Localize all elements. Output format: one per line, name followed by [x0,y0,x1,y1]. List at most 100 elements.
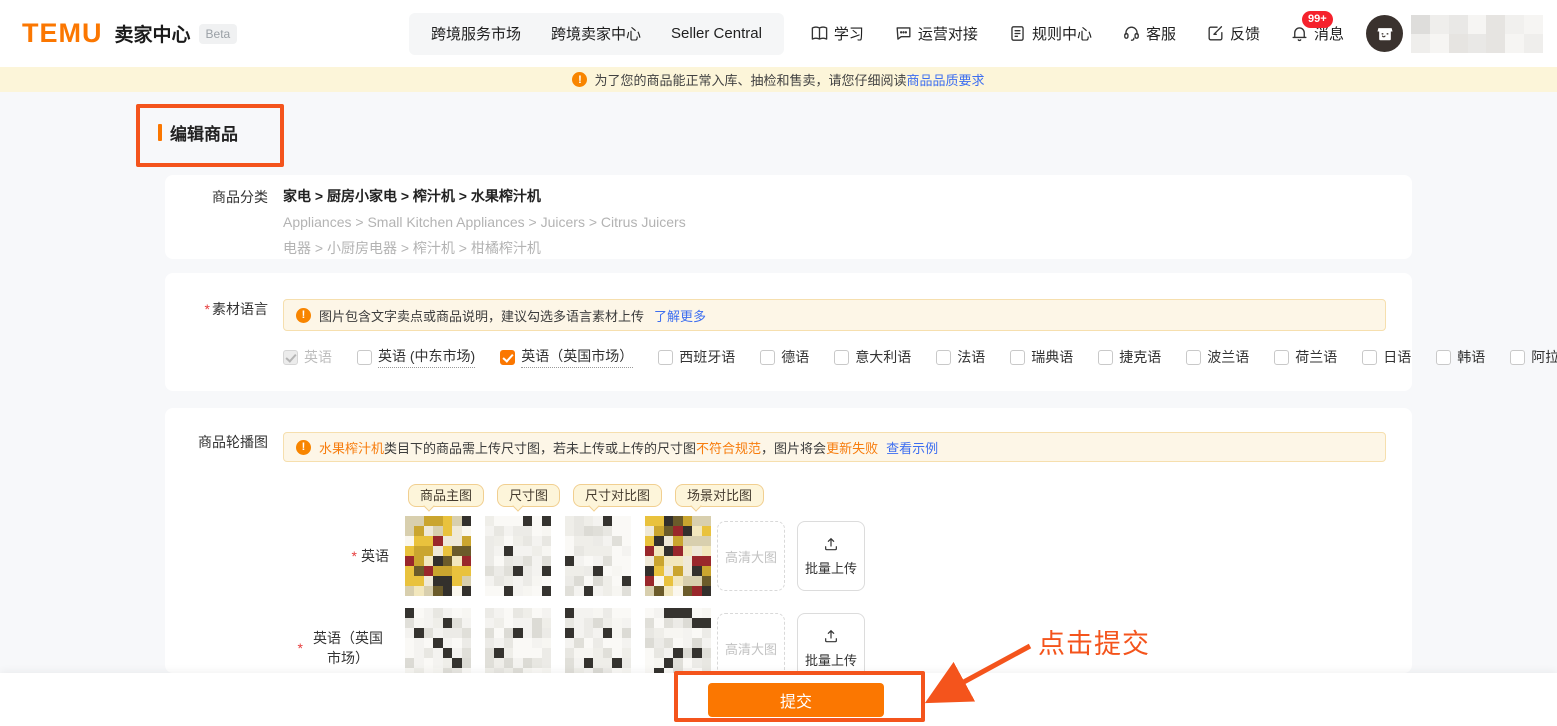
carousel-card: 商品轮播图 ! 水果榨汁机类目下的商品需上传尺寸图，若未上传或上传的尺寸图不符合… [165,408,1412,673]
language-checkbox-捷克语[interactable]: 捷克语 [1098,347,1161,367]
image-type-tags: 商品主图 尺寸图 尺寸对比图 场景对比图 [408,484,1412,507]
image-row-english: *英语 高清大图 批量上传 [283,513,1412,599]
carousel-banner-text: 水果榨汁机类目下的商品需上传尺寸图，若未上传或上传的尺寸图不符合规范，图片将会更… [319,438,878,457]
batch-upload-button[interactable]: 批量上传 [797,521,865,591]
product-image-thumbnail[interactable] [405,608,471,673]
language-checkbox-西班牙语[interactable]: 西班牙语 [658,347,735,367]
material-language-label: *素材语言 [165,299,283,368]
language-checkbox-阿拉伯语[interactable]: 阿拉伯语 [1510,347,1557,367]
document-icon [1008,24,1027,43]
checkbox[interactable] [1436,350,1451,365]
language-checkbox-英语（英国市场）[interactable]: 英语（英国市场） [500,346,633,368]
account-name-blurred[interactable] [1411,15,1543,53]
carousel-banner: ! 水果榨汁机类目下的商品需上传尺寸图，若未上传或上传的尺寸图不符合规范，图片将… [283,432,1386,462]
avatar[interactable] [1366,15,1403,52]
banner-text: 图片包含文字卖点或商品说明，建议勾选多语言素材上传 [319,306,644,325]
checkbox[interactable] [1098,350,1113,365]
hd-image-button[interactable]: 高清大图 [717,521,785,591]
checkbox[interactable] [1186,350,1201,365]
menu-item-rules[interactable]: 规则中心 [1008,23,1092,44]
beta-badge: Beta [199,24,238,44]
language-checkbox-瑞典语[interactable]: 瑞典语 [1010,347,1073,367]
thumbnail-list [405,608,711,673]
checkbox[interactable] [500,350,515,365]
checkbox[interactable] [936,350,951,365]
checkbox[interactable] [658,350,673,365]
product-image-thumbnail[interactable] [485,516,551,596]
product-image-thumbnail[interactable] [565,516,631,596]
checkbox[interactable] [760,350,775,365]
tag-size-compare-image: 尺寸对比图 [573,484,662,507]
view-example-link[interactable]: 查看示例 [886,438,938,457]
checkbox[interactable] [1274,350,1289,365]
header-tab-group: 跨境服务市场 跨境卖家中心 Seller Central [409,13,784,55]
hd-image-button[interactable]: 高清大图 [717,613,785,673]
tab-seller-central[interactable]: Seller Central [671,25,762,42]
upload-icon [823,536,839,552]
language-checkbox-德语[interactable]: 德语 [760,347,809,367]
message-count-badge: 99+ [1302,11,1333,28]
feedback-icon [1206,24,1225,43]
batch-upload-button[interactable]: 批量上传 [797,613,865,673]
book-icon [810,24,829,43]
menu-item-feedback[interactable]: 反馈 [1206,23,1260,44]
tab-crossborder-seller-center[interactable]: 跨境卖家中心 [551,23,641,44]
language-checkbox-波兰语[interactable]: 波兰语 [1186,347,1249,367]
language-checkbox-韩语[interactable]: 韩语 [1436,347,1485,367]
learn-more-link[interactable]: 了解更多 [654,306,706,325]
product-image-thumbnail[interactable] [645,516,711,596]
quality-requirements-link[interactable]: 商品品质要求 [907,70,985,89]
checkbox[interactable] [1010,350,1025,365]
language-checkbox-英语 (中东市场)[interactable]: 英语 (中东市场) [357,346,475,368]
menu-item-learn[interactable]: 学习 [810,23,864,44]
thumbnail-list [405,516,711,596]
menu-item-support[interactable]: 客服 [1122,23,1176,44]
header-menu: 学习 运营对接 规则中心 客服 反馈 消息 99+ [810,23,1344,44]
category-card: 商品分类 家电 > 厨房小家电 > 榨汁机 > 水果榨汁机 Appliances… [165,175,1412,259]
tag-scene-compare-image: 场景对比图 [675,484,764,507]
temu-logo[interactable]: TEMU [22,18,103,49]
checkbox[interactable] [834,350,849,365]
alert-icon: ! [296,308,311,323]
row-label-english-uk: *英语（英国市场） [283,628,405,668]
language-checkbox-荷兰语[interactable]: 荷兰语 [1274,347,1337,367]
category-path-en: Appliances > Small Kitchen Appliances > … [283,215,1412,229]
category-path-alt: 电器 > 小厨房电器 > 榨汁机 > 柑橘榨汁机 [283,241,1412,255]
title-accent-bar [158,124,162,141]
checkbox[interactable] [1362,350,1377,365]
seller-center-title: 卖家中心 [115,20,191,47]
alert-icon: ! [572,72,587,87]
page-title: 编辑商品 [158,120,238,145]
submit-button[interactable]: 提交 [708,683,884,717]
category-path-cn: 家电 > 厨房小家电 > 榨汁机 > 水果榨汁机 [283,189,1412,203]
product-image-thumbnail[interactable] [485,608,551,673]
footer-bar: 提交 [0,673,1557,726]
language-checkbox-意大利语[interactable]: 意大利语 [834,347,911,367]
tag-size-image: 尺寸图 [497,484,560,507]
language-checkbox-英语: 英语 [283,347,332,367]
language-checkbox-日语[interactable]: 日语 [1362,347,1411,367]
product-image-thumbnail[interactable] [645,608,711,673]
annotation-tip-text: 点击提交 [1038,622,1150,661]
menu-item-messages[interactable]: 消息 99+ [1290,23,1344,44]
checkbox[interactable] [1510,350,1525,365]
notice-text: 为了您的商品能正常入库、抽检和售卖，请您仔细阅读 [594,70,906,89]
headset-icon [1122,24,1141,43]
language-checkbox-法语[interactable]: 法语 [936,347,985,367]
chat-icon [894,24,913,43]
product-image-thumbnail[interactable] [565,608,631,673]
product-image-thumbnail[interactable] [405,516,471,596]
material-language-banner: ! 图片包含文字卖点或商品说明，建议勾选多语言素材上传 了解更多 [283,299,1386,331]
top-header: TEMU 卖家中心 Beta 跨境服务市场 跨境卖家中心 Seller Cent… [0,0,1557,67]
tag-main-image: 商品主图 [408,484,484,507]
category-label: 商品分类 [165,187,283,255]
store-icon [1375,24,1395,44]
checkbox[interactable] [357,350,372,365]
tab-service-market[interactable]: 跨境服务市场 [431,23,521,44]
quality-notice-bar: ! 为了您的商品能正常入库、抽检和售卖，请您仔细阅读商品品质要求 [0,67,1557,92]
checkbox [283,350,298,365]
upload-icon [823,628,839,644]
carousel-label: 商品轮播图 [165,432,283,673]
language-checkbox-row: 英语 英语 (中东市场) 英语（英国市场） 西班牙语 德语 意大利语 法语 瑞典语 捷克语 波兰语… [283,346,1412,368]
menu-item-operations[interactable]: 运营对接 [894,23,978,44]
